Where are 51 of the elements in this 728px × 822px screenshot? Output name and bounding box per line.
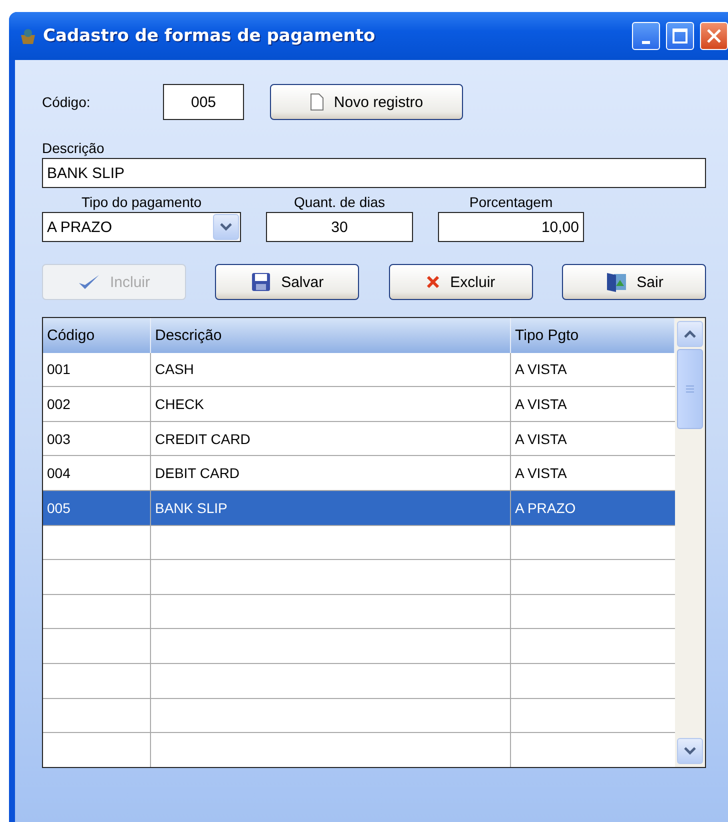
description-field[interactable]: BANK SLIP (42, 158, 706, 188)
field-label: Código: (42, 94, 92, 110)
action-button[interactable]: Sair (562, 264, 706, 300)
x-icon (426, 275, 440, 289)
days-field[interactable]: 30 (266, 212, 413, 242)
maximize-icon (672, 28, 688, 44)
table-cell-text: A VISTA (514, 430, 568, 449)
table-cell: 002 (43, 387, 151, 421)
table-row[interactable]: 003 CREDIT CARD A VISTA (43, 422, 675, 456)
maximize-button[interactable] (666, 22, 694, 50)
action-button[interactable]: Excluir (388, 264, 533, 300)
table-cell: 003 (43, 422, 151, 456)
chevron-down-icon (220, 223, 232, 231)
code-field[interactable]: 005 (163, 84, 244, 120)
table-cell-text: A VISTA (514, 464, 568, 484)
table-row[interactable]: 002 CHECK A VISTA (43, 387, 675, 422)
table-cell-text: A VISTA (514, 394, 568, 414)
table-cell: 004 (43, 456, 151, 490)
door-icon (604, 271, 627, 293)
chevron-down-icon (684, 747, 696, 755)
document-icon (310, 93, 324, 111)
minimize-icon (642, 40, 650, 44)
action-button[interactable]: Salvar (215, 264, 360, 300)
field-label: Descrição (42, 140, 104, 156)
table-cell-text: A PRAZO (514, 498, 577, 518)
table-cell: DEBIT CARD (151, 456, 511, 490)
field-label: Quant. de dias (294, 194, 386, 210)
new-record-button[interactable]: Novo registro (270, 84, 463, 120)
table-cell: 001 (43, 352, 151, 386)
percentage-field[interactable]: 10,00 (438, 212, 584, 242)
close-button[interactable] (700, 22, 728, 50)
table-cell: 005 (43, 490, 151, 525)
table-cell-text: A VISTA (514, 360, 568, 380)
field-label: Tipo do pagamento (81, 194, 202, 210)
window-title: Cadastro de formas de pagamento (43, 26, 376, 46)
app-icon (19, 27, 37, 45)
table-row[interactable]: 001 CASH A VISTA (43, 352, 675, 388)
table-row[interactable]: 005 BANK SLIP A PRAZO (43, 490, 675, 526)
check-icon (78, 273, 100, 291)
minimize-button[interactable] (632, 22, 660, 50)
field-label: Porcentagem (469, 194, 553, 210)
table-cell: CHECK (151, 387, 511, 421)
table-cell: BANK SLIP (151, 490, 511, 525)
close-icon (706, 28, 722, 44)
grip-icon (686, 385, 694, 393)
table-row[interactable]: 004 DEBIT CARD A VISTA (43, 456, 675, 491)
chevron-up-icon (684, 330, 696, 338)
table-cell: CREDIT CARD (151, 422, 511, 456)
payment-type-dropdown[interactable]: A PRAZO (42, 212, 241, 242)
table-cell: CASH (151, 352, 511, 386)
scrollbar[interactable] (675, 318, 705, 767)
